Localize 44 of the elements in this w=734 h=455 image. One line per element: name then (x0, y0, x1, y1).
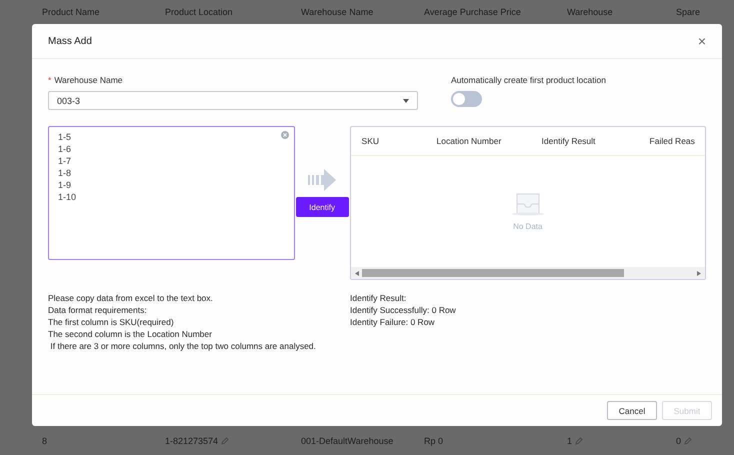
instruction-text: Please copy data from excel to the text box. (48, 292, 214, 304)
pencil-icon[interactable] (684, 436, 692, 444)
table-cell: 001-DefaultWarehouse (301, 436, 394, 446)
instruction-text: If there are 3 or more columns, only the top two columns are analysed. (49, 340, 317, 352)
scroll-left-icon[interactable] (354, 270, 359, 276)
clear-icon[interactable] (280, 131, 289, 139)
dialog-title: Mass Add (48, 36, 92, 46)
pencil-icon[interactable] (221, 436, 230, 444)
instruction-text: The second column is the Location Number (48, 328, 213, 340)
instruction-text: Data format requirements: (48, 304, 148, 316)
toggle-switch[interactable] (451, 91, 482, 107)
input-field[interactable]: 1-5 1-6 1-7 1-8 1-9 1-10 (48, 126, 295, 260)
column-header: Spare (676, 7, 702, 17)
column-header: Product Location (165, 7, 234, 17)
identify-button[interactable]: Identify (296, 197, 349, 217)
result-summary-text: Identify Successfully: 0 Row (350, 304, 457, 316)
arrow-icon (308, 169, 336, 191)
column-header: Warehouse (567, 7, 614, 17)
cancel-button[interactable]: Cancel (607, 401, 657, 420)
empty-text: No Data (513, 222, 542, 231)
column-header: Product Name (42, 7, 101, 17)
pencil-icon[interactable] (575, 436, 584, 444)
column-header: Identify Result (542, 136, 596, 146)
column-header: Location Number (436, 136, 502, 146)
instruction-text: The first column is SKU(required) (48, 316, 175, 328)
column-header: Failed Reas (650, 136, 696, 146)
table-cell: 8 (42, 436, 48, 446)
result-summary-text: Identify Result: (350, 292, 408, 304)
table-cell: 0 (676, 436, 682, 446)
scrollbar[interactable] (350, 267, 705, 279)
result-summary-text: Identity Failure: 0 Row (350, 316, 436, 328)
column-header: Average Purchase Price (424, 7, 522, 17)
close-button[interactable]: × (698, 34, 706, 48)
warehouse-select[interactable]: 003-3 (48, 91, 418, 110)
scroll-right-icon[interactable] (697, 270, 701, 276)
column-header: SKU (362, 136, 380, 146)
table-cell: 1-821273574 (165, 436, 218, 446)
table-cell: Rp 0 (424, 436, 444, 446)
empty-box-icon (510, 192, 545, 216)
caret-icon (403, 98, 409, 102)
field-label: * Warehouse Name (48, 75, 124, 85)
column-header: Warehouse Name (301, 7, 374, 17)
table-cell: 1 (567, 436, 572, 446)
toggle-label: Automatically create first product location (451, 75, 607, 85)
